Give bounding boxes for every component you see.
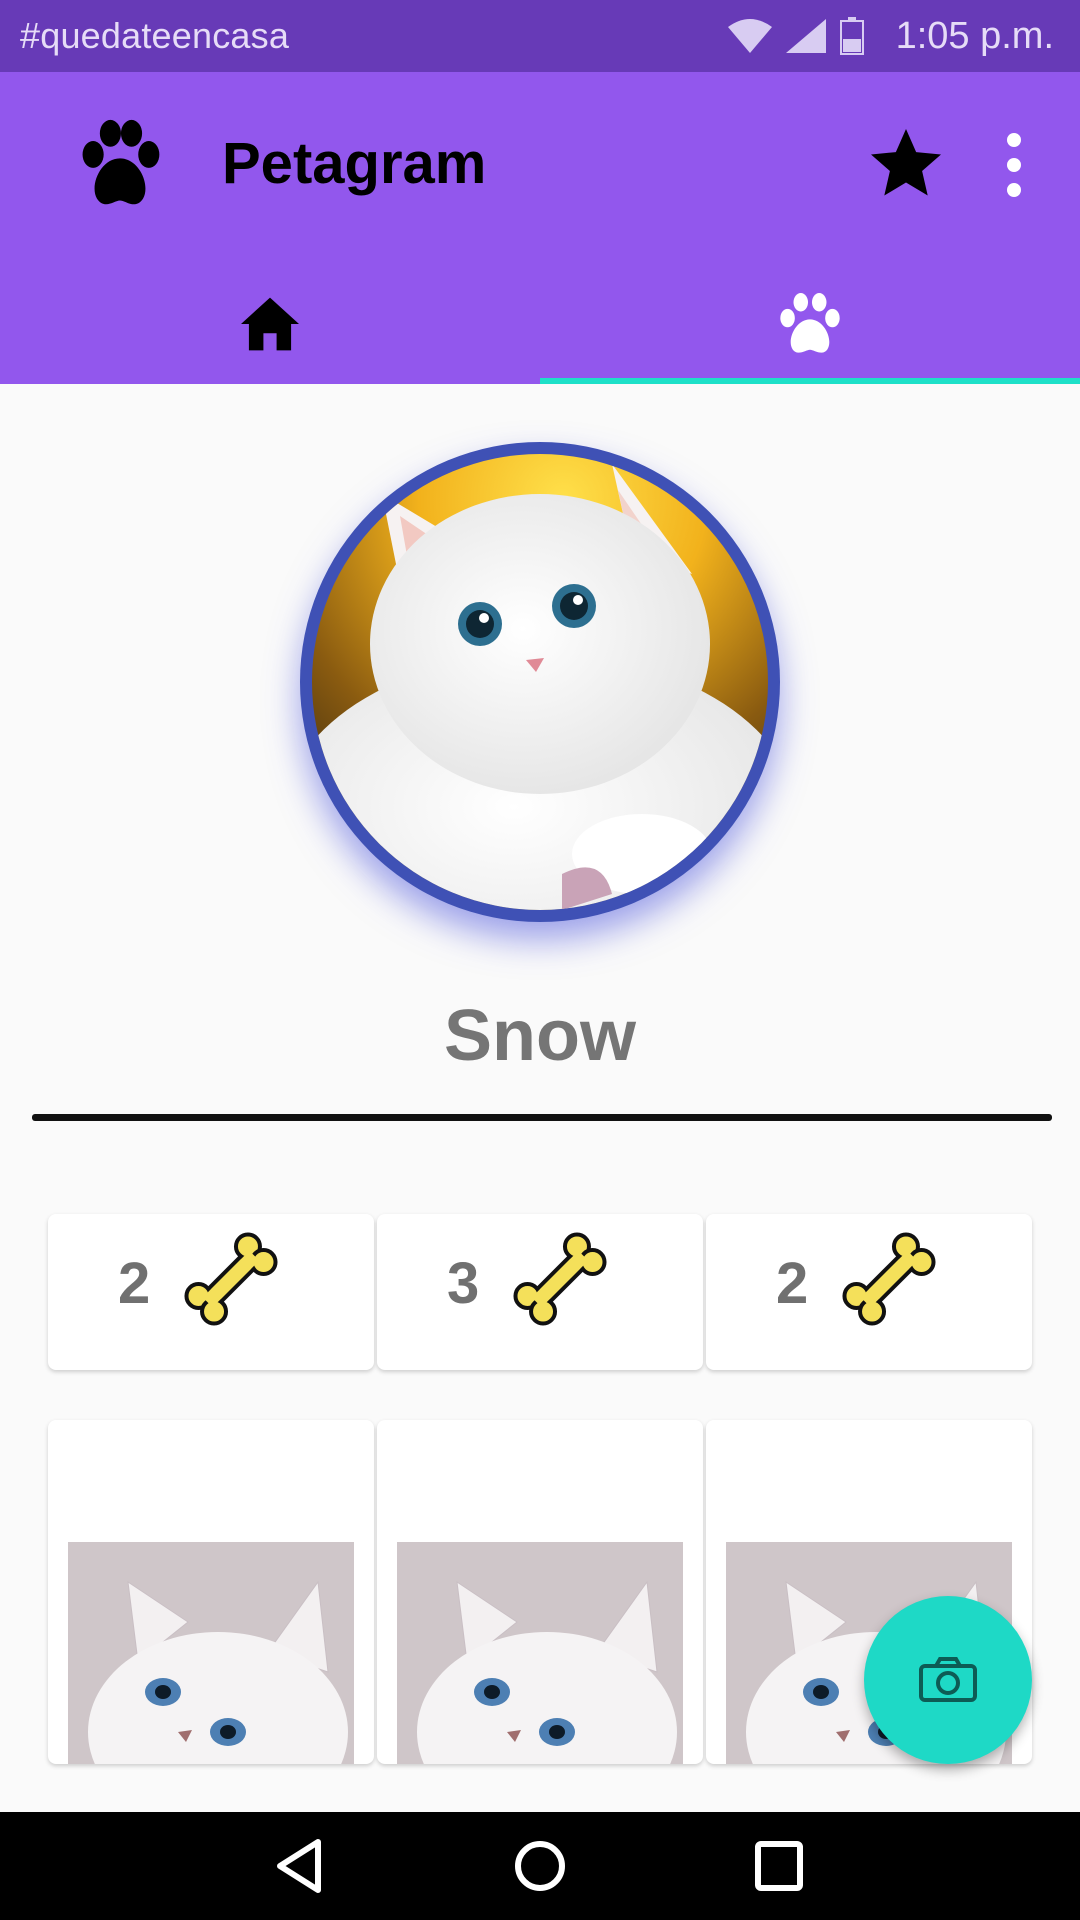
profile-avatar xyxy=(300,442,780,922)
tab-profile[interactable] xyxy=(540,268,1080,380)
app-title: Petagram xyxy=(222,131,487,196)
battery-icon xyxy=(839,17,864,55)
recents-icon[interactable] xyxy=(742,1830,814,1902)
profile-photo xyxy=(312,454,768,910)
status-icons: 1:05 p.m. xyxy=(727,14,1054,58)
bone-icon xyxy=(842,1232,936,1326)
back-icon[interactable] xyxy=(264,1830,336,1902)
like-card: 2 xyxy=(706,1214,1032,1370)
status-carrier-text: #quedateencasa xyxy=(20,15,290,56)
like-count: 3 xyxy=(447,1251,480,1316)
like-count: 2 xyxy=(776,1251,809,1316)
photo-card[interactable] xyxy=(48,1420,374,1764)
app-bar: Petagram xyxy=(0,72,1080,384)
bone-icon xyxy=(513,1232,607,1326)
bone-icon xyxy=(184,1232,278,1326)
overflow-menu-icon[interactable] xyxy=(990,128,1040,202)
system-navigation-bar xyxy=(0,1812,1080,1920)
star-icon[interactable] xyxy=(864,122,948,206)
tab-indicator xyxy=(540,378,1080,384)
divider xyxy=(32,1114,1052,1121)
camera-fab-button[interactable] xyxy=(864,1596,1032,1764)
signal-icon xyxy=(785,19,826,53)
like-card: 3 xyxy=(377,1214,703,1370)
camera-icon xyxy=(919,1657,977,1702)
home-icon xyxy=(241,297,299,351)
wifi-icon xyxy=(727,19,772,53)
tab-home[interactable] xyxy=(0,268,540,380)
pet-photo xyxy=(68,1542,354,1764)
status-bar: #quedateencasa 1:05 p.m. xyxy=(0,0,1080,72)
like-count: 2 xyxy=(118,1251,151,1316)
pet-photo xyxy=(397,1542,683,1764)
status-time: 1:05 p.m. xyxy=(895,14,1054,57)
like-card: 2 xyxy=(48,1214,374,1370)
white-cat-photo xyxy=(312,454,768,910)
home-circle-icon[interactable] xyxy=(504,1830,576,1902)
paw-icon xyxy=(82,119,160,205)
paw-icon xyxy=(780,293,840,353)
photo-card[interactable] xyxy=(377,1420,703,1764)
pet-name: Snow xyxy=(444,996,636,1076)
